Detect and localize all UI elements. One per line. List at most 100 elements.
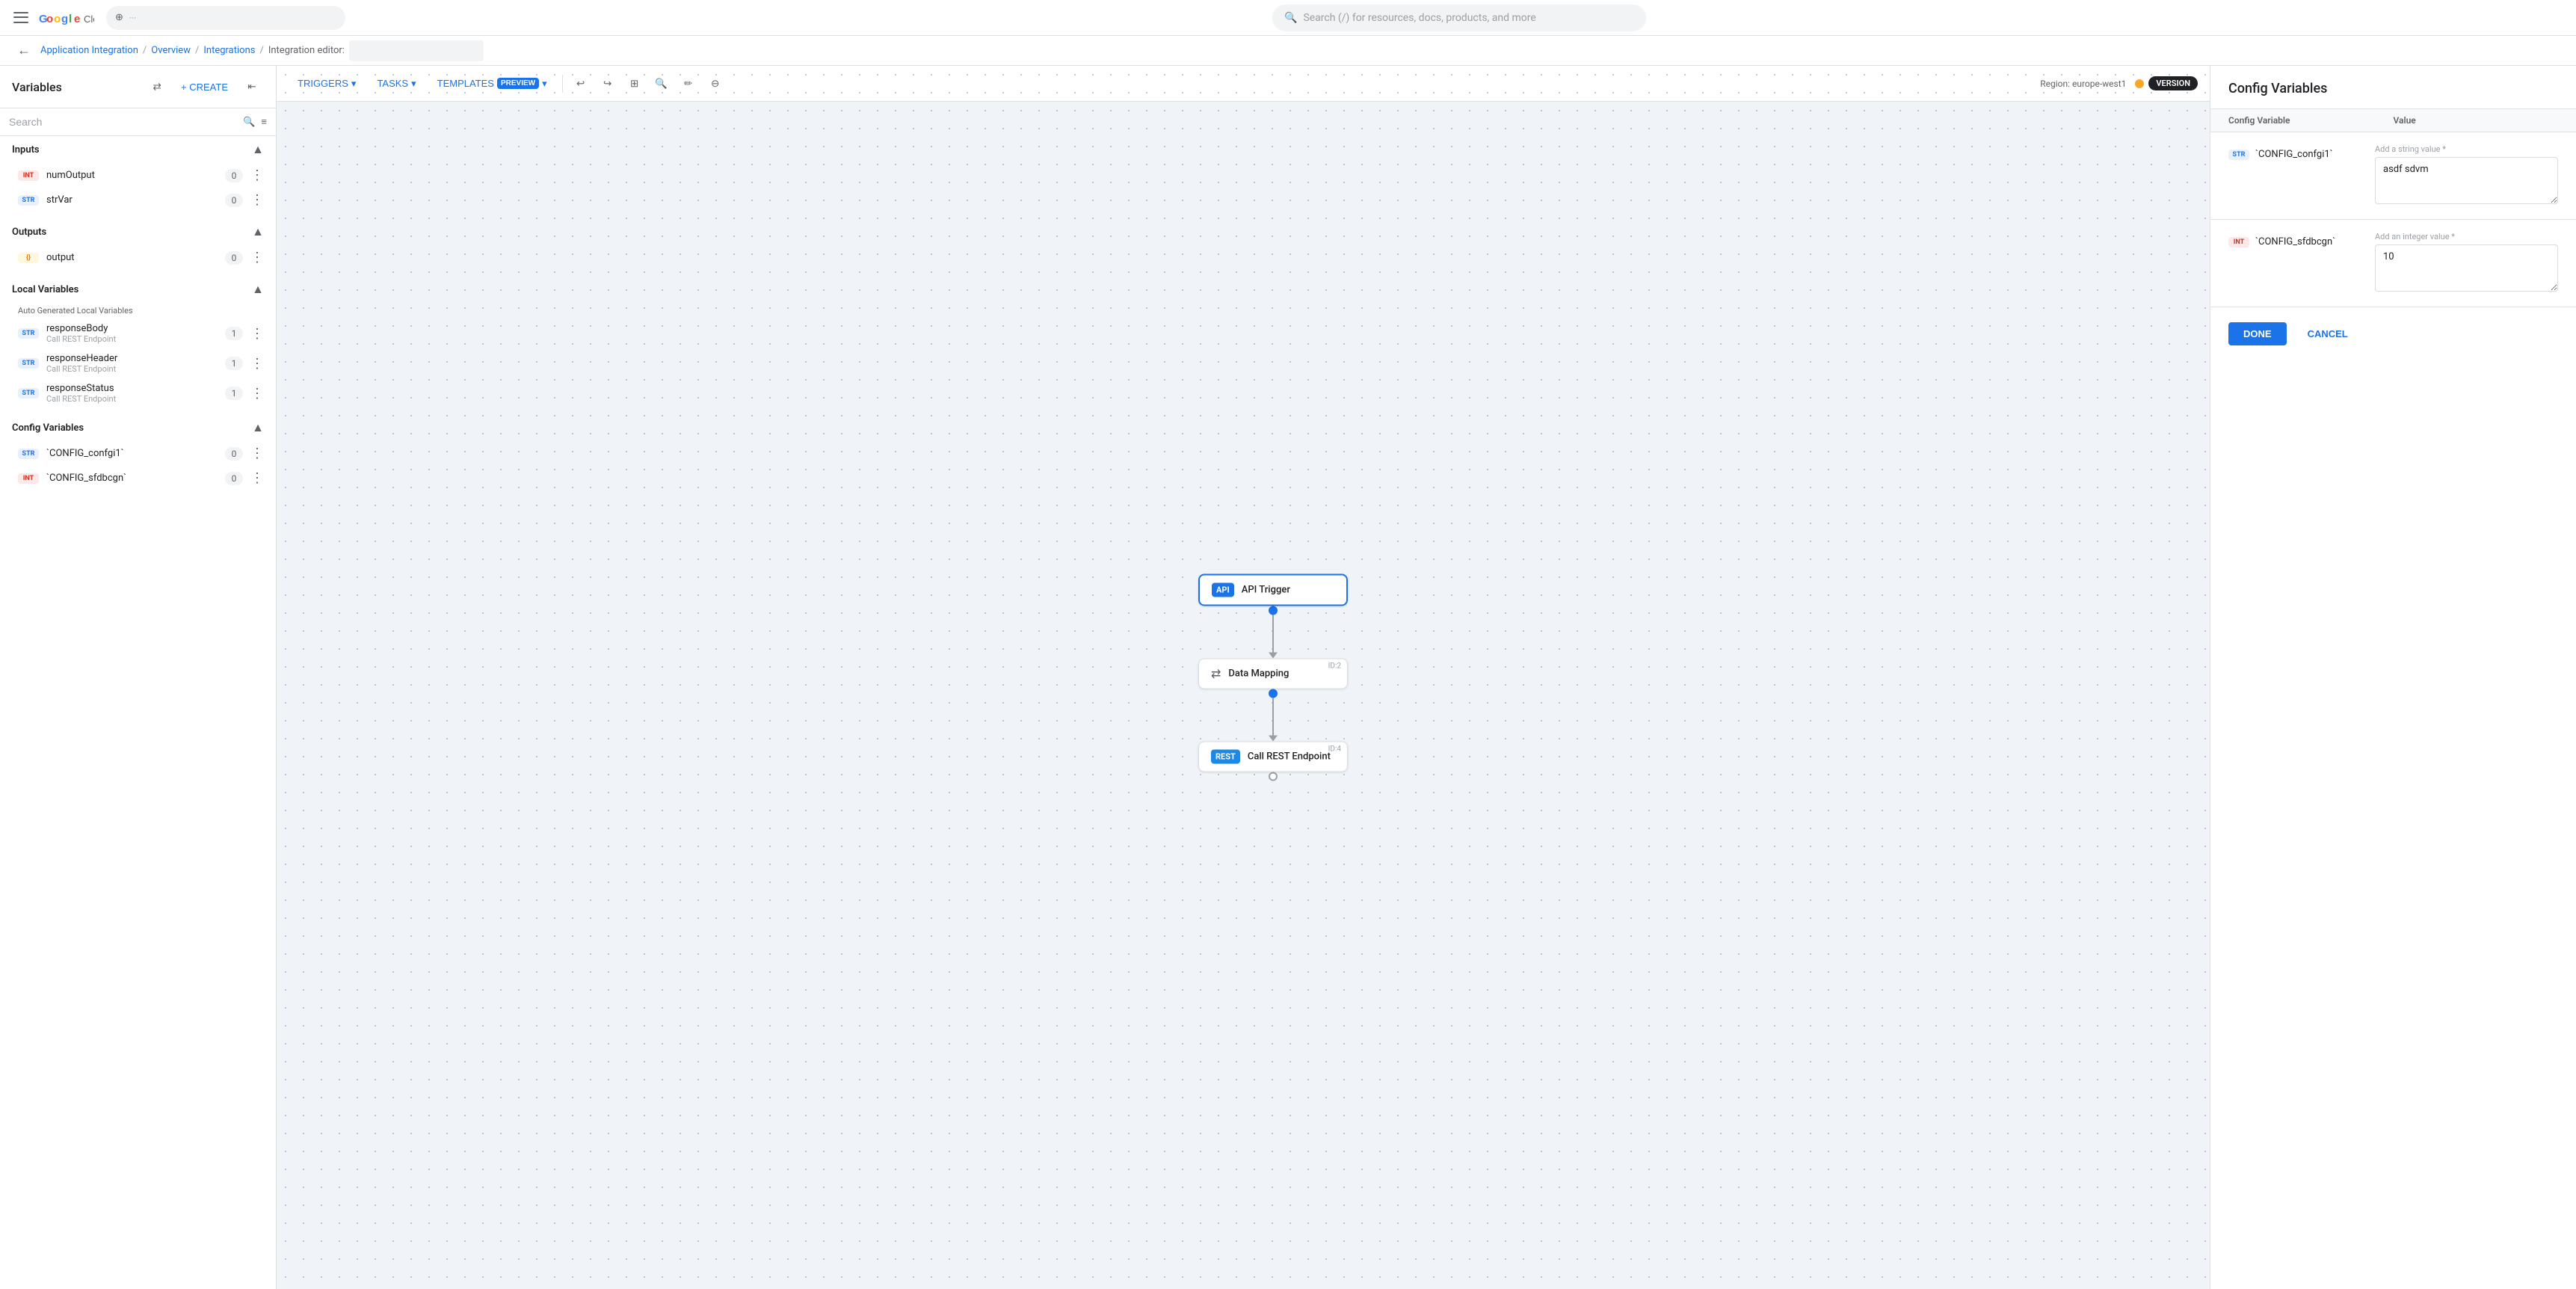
- swap-icon-button[interactable]: ⇄: [145, 75, 169, 99]
- flow-container: API API Trigger ⇄ Data Mapping ID:2: [1198, 574, 1348, 781]
- variables-title: Variables: [12, 80, 139, 94]
- local-variables-title: Local Variables: [12, 284, 246, 295]
- menu-dots-icon[interactable]: ⋮: [250, 446, 264, 461]
- config-val-cell-1: Add a string value * asdf sdvm: [2375, 144, 2558, 207]
- menu-dots-icon[interactable]: ⋮: [250, 250, 264, 265]
- google-cloud-logo: G o o g l e Cloud: [39, 9, 94, 27]
- count-badge: 0: [225, 169, 243, 182]
- app-integration-link[interactable]: Application Integration: [40, 45, 138, 56]
- config-var-name-1: `CONFIG_confgi1`: [2255, 149, 2333, 160]
- config-val-cell-2: Add an integer value * 10: [2375, 232, 2558, 295]
- list-item: STR responseStatus Call REST Endpoint 1 …: [0, 378, 276, 408]
- count-badge: 0: [225, 472, 243, 485]
- local-variables-chevron-icon: ▲: [252, 282, 264, 297]
- cancel-button[interactable]: CANCEL: [2296, 322, 2360, 345]
- svg-text:o: o: [54, 13, 61, 25]
- type-badge-int: INT: [2228, 237, 2249, 247]
- hamburger-menu-button[interactable]: [9, 6, 33, 30]
- create-button[interactable]: + CREATE: [175, 79, 234, 96]
- menu-dots-icon[interactable]: ⋮: [250, 192, 264, 208]
- config-table-header: Config Variable Value: [2210, 109, 2576, 132]
- data-mapping-label: Data Mapping: [1228, 668, 1289, 680]
- project-selector[interactable]: ⊕ ···: [106, 6, 345, 30]
- config-variables-panel-title: Config Variables: [2210, 66, 2576, 109]
- connector-1: [1269, 606, 1278, 659]
- outputs-title: Outputs: [12, 227, 246, 238]
- integration-editor-label: Integration editor:: [268, 45, 345, 56]
- top-bar: G o o g l e Cloud ⊕ ··· 🔍 Search (/) for…: [0, 0, 2576, 36]
- connector-line: [1272, 615, 1274, 653]
- menu-dots-icon[interactable]: ⋮: [250, 470, 264, 486]
- inputs-section-header[interactable]: Inputs ▲: [0, 136, 276, 163]
- filter-icon[interactable]: ≡: [261, 116, 267, 128]
- type-badge-json: {}: [18, 253, 39, 263]
- data-mapping-node-id: ID:2: [1328, 662, 1341, 671]
- arrow-down-icon: [1269, 736, 1278, 742]
- var-name: responseHeader: [46, 353, 218, 364]
- outputs-chevron-icon: ▲: [252, 224, 264, 239]
- svg-text:o: o: [46, 13, 53, 25]
- var-name: output: [46, 252, 218, 263]
- search-input[interactable]: [9, 116, 237, 128]
- type-badge-str: STR: [18, 195, 39, 206]
- var-name: `CONFIG_sfdbcgn`: [46, 473, 218, 484]
- count-badge: 0: [225, 251, 243, 265]
- config-variables-chevron-icon: ▲: [252, 420, 264, 435]
- var-name: `CONFIG_confgi1`: [46, 448, 218, 459]
- col-variable-header: Config Variable: [2228, 115, 2394, 126]
- inputs-chevron-icon: ▲: [252, 142, 264, 157]
- connector-dot-icon: [1269, 606, 1278, 615]
- connector-line: [1272, 698, 1274, 736]
- type-badge: STR: [18, 449, 39, 459]
- config-row-2: INT `CONFIG_sfdbcgn` Add an integer valu…: [2210, 220, 2576, 307]
- collapse-panel-button[interactable]: ⇤: [240, 75, 264, 99]
- menu-dots-icon[interactable]: ⋮: [250, 167, 264, 183]
- data-mapping-node[interactable]: ⇄ Data Mapping ID:2: [1198, 659, 1348, 689]
- global-search-bar[interactable]: 🔍 Search (/) for resources, docs, produc…: [1272, 4, 1646, 31]
- integration-name-bar: [349, 40, 484, 61]
- var-sub: Call REST Endpoint: [46, 394, 218, 404]
- menu-dots-icon[interactable]: ⋮: [250, 356, 264, 372]
- config-variables-list: STR `CONFIG_confgi1` 0 ⋮ INT `CONFIG_sfd…: [0, 441, 276, 490]
- type-badge: INT: [18, 473, 39, 484]
- config-value-input-2[interactable]: 10: [2375, 244, 2558, 292]
- count-badge: 0: [225, 194, 243, 207]
- api-trigger-node[interactable]: API API Trigger: [1198, 574, 1348, 606]
- done-button[interactable]: DONE: [2228, 322, 2287, 345]
- main-layout: Variables ⇄ + CREATE ⇤ 🔍 ≡ Inputs ▲ INT …: [0, 66, 2576, 1289]
- actions-row: DONE CANCEL: [2210, 307, 2576, 360]
- overview-link[interactable]: Overview: [151, 45, 191, 56]
- connector-dot-icon: [1269, 689, 1278, 698]
- inputs-list: INT numOutput 0 ⋮ STR strVar 0 ⋮: [0, 163, 276, 212]
- var-name: strVar: [46, 194, 218, 206]
- svg-text:e: e: [74, 13, 80, 25]
- integrations-link[interactable]: Integrations: [203, 45, 255, 56]
- inputs-title: Inputs: [12, 144, 246, 156]
- search-input-wrap: 🔍 ≡: [0, 108, 276, 136]
- count-badge: 1: [225, 357, 243, 370]
- config-variables-section-header[interactable]: Config Variables ▲: [0, 414, 276, 441]
- outputs-list: {} output 0 ⋮: [0, 245, 276, 270]
- create-label: + CREATE: [181, 81, 228, 93]
- google-logo: G o o g l e Cloud: [39, 9, 94, 27]
- rest-icon: REST: [1211, 750, 1240, 764]
- rest-endpoint-node[interactable]: REST Call REST Endpoint ID:4: [1198, 742, 1348, 772]
- list-item: STR responseBody Call REST Endpoint 1 ⋮: [0, 319, 276, 348]
- var-sub: Call REST Endpoint: [46, 364, 218, 374]
- menu-dots-icon[interactable]: ⋮: [250, 326, 264, 342]
- var-name: responseBody: [46, 323, 218, 334]
- outputs-section-header[interactable]: Outputs ▲: [0, 218, 276, 245]
- var-name: numOutput: [46, 170, 218, 181]
- menu-dots-icon[interactable]: ⋮: [250, 386, 264, 402]
- type-badge-int: INT: [18, 170, 39, 181]
- api-trigger-label: API Trigger: [1242, 585, 1290, 596]
- project-name: ···: [129, 13, 136, 23]
- config-textarea-label-1: Add a string value *: [2375, 144, 2558, 154]
- local-variables-section-header[interactable]: Local Variables ▲: [0, 276, 276, 303]
- config-value-input-1[interactable]: asdf sdvm: [2375, 157, 2558, 204]
- svg-text:g: g: [61, 13, 68, 25]
- count-badge: 1: [225, 387, 243, 400]
- back-button[interactable]: ←: [12, 39, 36, 63]
- connector-3: [1269, 772, 1278, 781]
- right-panel: Config Variables Config Variable Value S…: [2210, 66, 2576, 1289]
